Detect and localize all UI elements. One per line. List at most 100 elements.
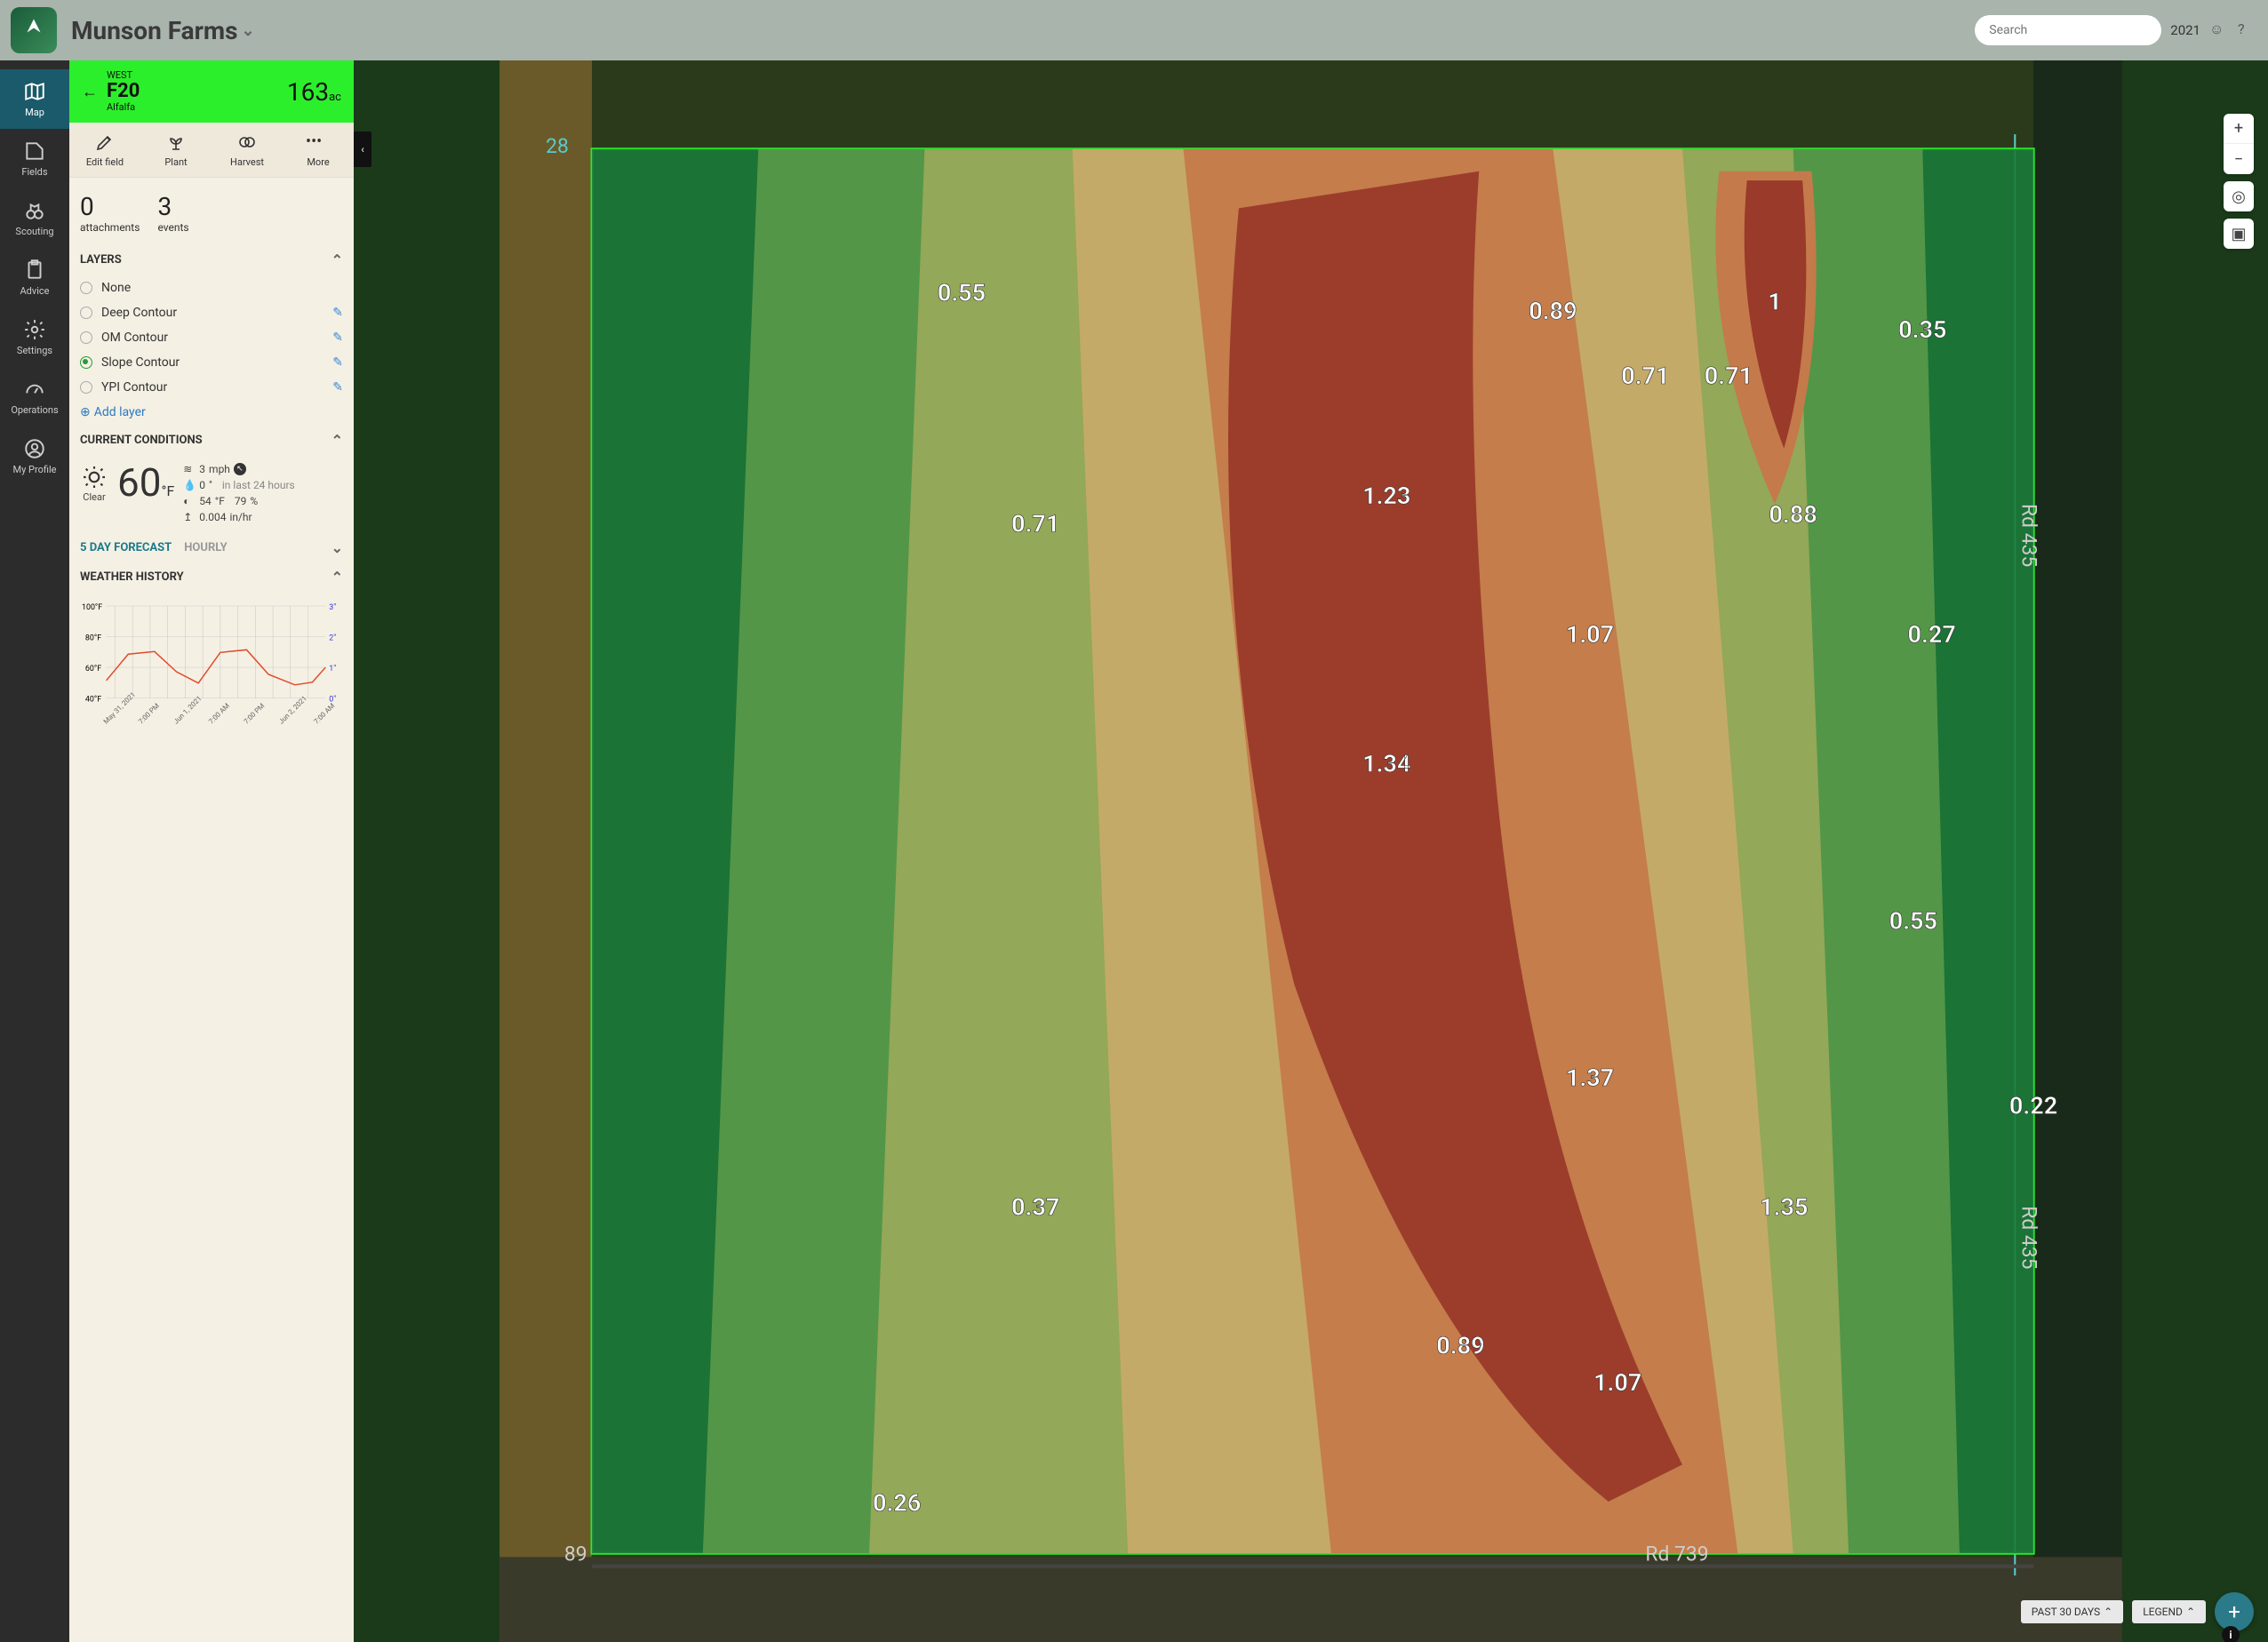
- svg-text:Rd 435: Rd 435: [2017, 1206, 2041, 1269]
- pencil-icon[interactable]: ✎: [332, 306, 343, 320]
- plant-action[interactable]: Plant: [140, 123, 212, 177]
- svg-text:1": 1": [329, 665, 336, 674]
- svg-text:0.71: 0.71: [1621, 362, 1669, 390]
- time-range-button[interactable]: PAST 30 DAYS⌃: [2021, 1600, 2123, 1623]
- chevron-down-icon: ⌄: [242, 21, 255, 40]
- et-row: ↥0.004 in/hr: [183, 511, 294, 523]
- wind-row: ≋3 mph ↖: [183, 463, 294, 475]
- chevron-up-icon: ⌃: [331, 251, 343, 268]
- svg-text:0.35: 0.35: [1898, 315, 1946, 344]
- map-canvas[interactable]: 0.550.8910.350.710.711.230.880.711.070.2…: [354, 60, 2268, 1642]
- wind-direction-icon: ↖: [234, 463, 246, 475]
- zoom-in-button[interactable]: +: [2224, 114, 2254, 144]
- layer-deep-contour[interactable]: Deep Contour✎: [80, 300, 343, 325]
- svg-text:1.34: 1.34: [1362, 750, 1410, 778]
- svg-text:0.71: 0.71: [1011, 509, 1059, 538]
- edit-field-action[interactable]: Edit field: [69, 123, 140, 177]
- svg-text:28: 28: [546, 134, 569, 158]
- action-row: Edit field Plant Harvest ••• More: [69, 123, 354, 178]
- conditions-header[interactable]: CURRENT CONDITIONS ⌃: [80, 425, 343, 456]
- rain-icon: 💧: [183, 479, 196, 491]
- field-crop: Alfalfa: [107, 102, 140, 113]
- add-fab-button[interactable]: +: [2215, 1592, 2254, 1631]
- nav-profile[interactable]: My Profile: [0, 426, 69, 486]
- history-header[interactable]: WEATHER HISTORY ⌃: [80, 562, 343, 593]
- svg-text:60°F: 60°F: [85, 665, 101, 674]
- svg-text:0.55: 0.55: [938, 278, 986, 307]
- chevron-down-icon[interactable]: ⌄: [331, 539, 343, 556]
- top-bar: Munson Farms ⌄ 2021 ☺ ?: [0, 0, 2268, 60]
- layer-slope-contour[interactable]: Slope Contour✎: [80, 350, 343, 375]
- current-conditions: Clear 60°F ≋3 mph ↖ 💧0 " in last 24 hour…: [80, 456, 343, 534]
- svg-text:0.55: 0.55: [1889, 906, 1937, 935]
- chevron-up-icon: ⌃: [331, 432, 343, 449]
- nav-settings[interactable]: Settings: [0, 307, 69, 367]
- more-icon: •••: [306, 132, 331, 153]
- svg-text:3": 3": [329, 603, 336, 612]
- pencil-icon[interactable]: ✎: [332, 355, 343, 370]
- svg-text:7:00 AM: 7:00 AM: [207, 702, 231, 726]
- svg-text:0.37: 0.37: [1011, 1193, 1059, 1222]
- info-button[interactable]: i: [2222, 1626, 2240, 1642]
- svg-text:89: 89: [564, 1542, 587, 1566]
- svg-text:Rd 435: Rd 435: [2017, 504, 2041, 567]
- app-logo: [11, 7, 57, 53]
- zoom-out-button[interactable]: −: [2224, 144, 2254, 174]
- nav-advice[interactable]: Advice: [0, 248, 69, 307]
- layer-ypi-contour[interactable]: YPI Contour✎: [80, 375, 343, 400]
- svg-text:May 31, 2021: May 31, 2021: [102, 690, 137, 725]
- back-button[interactable]: ←: [82, 83, 98, 101]
- help-icon[interactable]: ?: [2238, 20, 2257, 40]
- sun-icon: [80, 463, 108, 491]
- layers-header[interactable]: LAYERS ⌃: [80, 244, 343, 275]
- extent-button[interactable]: ▣: [2224, 219, 2254, 249]
- svg-text:Rd 739: Rd 739: [1645, 1542, 1708, 1566]
- tab-hourly[interactable]: HOURLY: [184, 541, 227, 554]
- nav-operations[interactable]: Operations: [0, 367, 69, 426]
- left-nav: Map Fields Scouting Advice Settings Oper…: [0, 60, 69, 1642]
- weather-history-chart[interactable]: 100°F 80°F 60°F 40°F 3" 2" 1" 0" May 31,…: [80, 596, 343, 747]
- nav-fields[interactable]: Fields: [0, 129, 69, 188]
- map-controls: + − ◎ ▣: [2224, 114, 2254, 249]
- temperature: 60°F: [117, 463, 174, 502]
- svg-text:80°F: 80°F: [85, 634, 101, 642]
- legend-button[interactable]: LEGEND⌃: [2132, 1600, 2206, 1623]
- svg-text:1.23: 1.23: [1362, 482, 1410, 510]
- year-selector[interactable]: 2021: [2170, 22, 2200, 38]
- chevron-up-icon: ⌃: [331, 569, 343, 586]
- search-input[interactable]: [1975, 15, 2161, 45]
- layer-none[interactable]: None: [80, 275, 343, 300]
- nav-scouting[interactable]: Scouting: [0, 188, 69, 248]
- tab-5day[interactable]: 5 DAY FORECAST: [80, 541, 172, 554]
- collapse-panel-button[interactable]: ‹: [354, 132, 371, 167]
- svg-text:0.71: 0.71: [1705, 362, 1753, 390]
- svg-text:2": 2": [329, 634, 336, 642]
- pencil-icon[interactable]: ✎: [332, 380, 343, 395]
- field-header: ← WEST F20 Alfalfa 163ac: [69, 60, 354, 123]
- nav-map[interactable]: Map: [0, 69, 69, 129]
- feedback-icon[interactable]: ☺: [2209, 20, 2229, 40]
- field-acres: 163ac: [287, 77, 341, 107]
- svg-text:1.37: 1.37: [1566, 1064, 1614, 1092]
- add-layer-button[interactable]: ⊕Add layer: [80, 400, 343, 425]
- svg-text:100°F: 100°F: [82, 603, 102, 612]
- chevron-up-icon: ⌃: [2186, 1606, 2195, 1618]
- more-action[interactable]: ••• More: [283, 123, 354, 177]
- harvest-action[interactable]: Harvest: [212, 123, 283, 177]
- layer-om-contour[interactable]: OM Contour✎: [80, 325, 343, 350]
- droplet-icon: ◐: [183, 495, 196, 507]
- attachments-stat[interactable]: 0 attachments: [80, 192, 140, 234]
- svg-text:7:00 PM: 7:00 PM: [137, 702, 161, 726]
- svg-text:Jun 2, 2021: Jun 2, 2021: [277, 695, 308, 726]
- svg-text:7:00 PM: 7:00 PM: [243, 702, 267, 726]
- pencil-icon[interactable]: ✎: [332, 331, 343, 345]
- svg-text:0.88: 0.88: [1769, 500, 1817, 529]
- chevron-up-icon: ⌃: [2104, 1606, 2112, 1618]
- precip-row: 💧0 " in last 24 hours: [183, 479, 294, 491]
- events-stat[interactable]: 3 events: [157, 192, 188, 234]
- svg-text:40°F: 40°F: [85, 696, 101, 705]
- stats-row: 0 attachments 3 events: [80, 187, 343, 244]
- locate-button[interactable]: ◎: [2224, 181, 2254, 211]
- field-side-panel: ← WEST F20 Alfalfa 163ac Edit field Plan…: [69, 60, 354, 1642]
- farm-selector[interactable]: Munson Farms ⌄: [71, 16, 255, 45]
